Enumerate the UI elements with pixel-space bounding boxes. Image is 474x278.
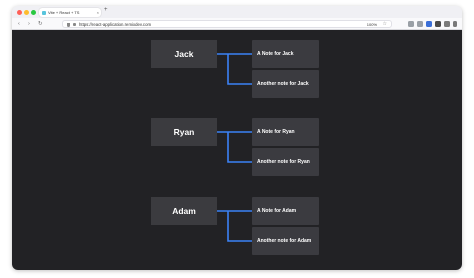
lock-icon <box>73 22 76 26</box>
tab-title: Vite + React + TS <box>48 10 80 15</box>
person-node-adam[interactable]: Adam <box>151 197 217 225</box>
favicon-icon <box>42 10 46 15</box>
extension-icon[interactable] <box>435 21 441 27</box>
tree-connector <box>217 210 252 242</box>
maximize-window-button[interactable] <box>31 10 36 15</box>
zoom-level[interactable]: 100% <box>367 21 377 28</box>
note-node[interactable]: Another note for Jack <box>252 70 319 98</box>
account-icon[interactable] <box>426 21 432 27</box>
download-icon[interactable] <box>417 21 423 27</box>
bookmark-star-icon[interactable]: ☆ <box>383 21 387 28</box>
tree-connector <box>217 131 252 163</box>
browser-window: Vite + React + TS × + ‹ › ↻ https://reac… <box>12 6 462 270</box>
shield-icon <box>67 22 70 27</box>
extensions-puzzle-icon[interactable] <box>444 21 450 27</box>
url-text: https://react-application.remixdev.com <box>79 22 152 27</box>
pocket-icon[interactable] <box>408 21 414 27</box>
page-viewport: Jack A Note for Jack Another note for Ja… <box>12 30 462 270</box>
tab-close-icon[interactable]: × <box>97 8 99 17</box>
new-tab-button[interactable]: + <box>104 7 108 13</box>
forward-button[interactable]: › <box>28 20 30 28</box>
navigation-bar: ‹ › ↻ https://react-application.remixdev… <box>12 18 462 30</box>
note-node[interactable]: Another note for Ryan <box>252 148 319 176</box>
back-button[interactable]: ‹ <box>18 20 20 28</box>
note-node[interactable]: Another note for Adam <box>252 227 319 255</box>
person-node-jack[interactable]: Jack <box>151 40 217 68</box>
address-bar[interactable]: https://react-application.remixdev.com 1… <box>62 20 392 28</box>
browser-tab[interactable]: Vite + React + TS × <box>39 8 101 17</box>
tree-connector <box>217 53 252 85</box>
tab-bar: Vite + React + TS × + <box>12 6 462 18</box>
note-node[interactable]: A Note for Ryan <box>252 118 319 146</box>
reload-button[interactable]: ↻ <box>38 20 43 28</box>
note-node[interactable]: A Note for Adam <box>252 197 319 225</box>
note-node[interactable]: A Note for Jack <box>252 40 319 68</box>
minimize-window-button[interactable] <box>24 10 29 15</box>
menu-icon[interactable] <box>453 21 457 27</box>
person-node-ryan[interactable]: Ryan <box>151 118 217 146</box>
close-window-button[interactable] <box>17 10 22 15</box>
